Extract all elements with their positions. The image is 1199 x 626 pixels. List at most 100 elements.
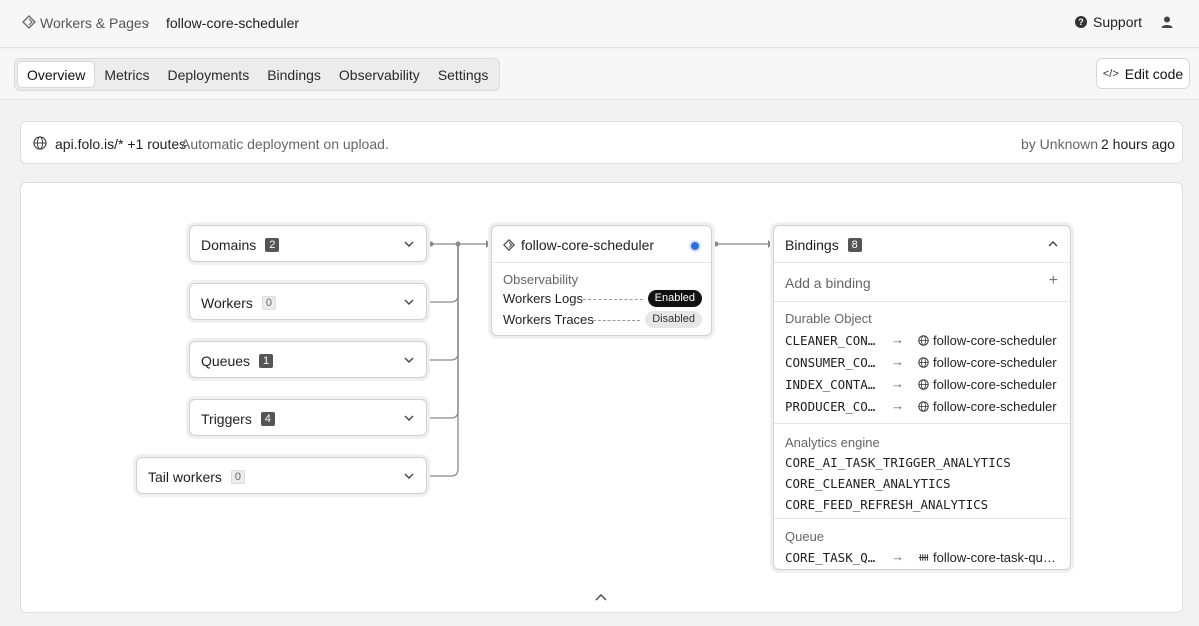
binding-target[interactable]: follow-core-scheduler bbox=[933, 377, 1059, 392]
deployed-by: by Unknown bbox=[1021, 136, 1099, 152]
tail-workers-node[interactable]: Tail workers 0 bbox=[136, 457, 427, 494]
domains-count-badge: 2 bbox=[265, 238, 280, 252]
arrow-right-icon: → bbox=[891, 376, 904, 391]
tail-workers-label: Tail workers bbox=[148, 469, 222, 485]
tab-row: Overview Metrics Deployments Bindings Ob… bbox=[0, 49, 1199, 100]
binding-name: CORE_FEED_REFRESH_ANALYTICS bbox=[785, 497, 989, 512]
deployment-note: Automatic deployment on upload. bbox=[181, 136, 389, 152]
observability-title: Observability bbox=[503, 272, 579, 287]
globe-icon bbox=[918, 335, 929, 346]
route-url: api.folo.is/* bbox=[55, 136, 124, 152]
globe-icon bbox=[918, 379, 929, 390]
tab-bar: Overview Metrics Deployments Bindings Ob… bbox=[14, 58, 501, 91]
dash-leader bbox=[593, 320, 640, 321]
add-binding-button[interactable]: Add a binding + bbox=[774, 263, 1070, 302]
top-bar: Workers & Pages › follow-core-scheduler … bbox=[0, 0, 1199, 48]
user-icon[interactable] bbox=[1160, 15, 1174, 29]
chevron-down-icon bbox=[404, 241, 414, 247]
analytics-engine-title: Analytics engine bbox=[785, 435, 880, 450]
deployed-time: 2 hours ago bbox=[1101, 136, 1175, 152]
binding-name: CORE_CLEANER_ANALYTICS bbox=[785, 476, 951, 491]
route-link[interactable]: api.folo.is/* +1 routes bbox=[55, 136, 186, 152]
status-dot bbox=[691, 242, 699, 250]
edit-code-button[interactable]: </> Edit code bbox=[1096, 58, 1190, 89]
tab-bindings[interactable]: Bindings bbox=[258, 61, 330, 88]
binding-name: PRODUCER_CONTAINER bbox=[785, 399, 881, 414]
chevron-down-icon bbox=[404, 473, 414, 479]
edit-code-label: Edit code bbox=[1124, 65, 1184, 82]
bindings-panel: Bindings 8 Add a binding + Durable Object… bbox=[773, 225, 1071, 570]
arrow-right-icon: → bbox=[891, 354, 904, 369]
workers-count-badge: 0 bbox=[261, 296, 276, 310]
binding-row[interactable]: CONSUMER_CONTAINER → follow-core-schedul… bbox=[785, 354, 1060, 371]
support-button[interactable]: ? Support bbox=[1075, 14, 1142, 30]
binding-target[interactable]: follow-core-scheduler bbox=[933, 333, 1059, 348]
queue-icon bbox=[918, 554, 929, 561]
support-label: Support bbox=[1093, 14, 1143, 30]
tab-observability[interactable]: Observability bbox=[330, 61, 429, 88]
chevron-down-icon bbox=[404, 415, 414, 421]
topology-canvas: Domains 2 Workers 0 Queues 1 Triggers 4 Tail… bbox=[20, 182, 1183, 613]
durable-object-section: Durable Object CLEANER_CONTAINER → follo… bbox=[774, 302, 1070, 424]
worker-name: follow-core-scheduler bbox=[521, 237, 655, 253]
binding-name: CONSUMER_CONTAINER bbox=[785, 355, 881, 370]
plus-icon: + bbox=[1048, 272, 1058, 289]
traces-status-badge: Disabled bbox=[645, 311, 702, 328]
workers-logs-row: Workers Logs Enabled bbox=[503, 290, 702, 308]
logs-status-badge: Enabled bbox=[647, 290, 702, 307]
binding-row[interactable]: CLEANER_CONTAINER → follow-core-schedule… bbox=[785, 332, 1060, 349]
arrow-right-icon: → bbox=[891, 332, 904, 347]
globe-icon bbox=[918, 357, 929, 368]
binding-name: CORE_TASK_QUEUE bbox=[785, 550, 881, 565]
binding-target[interactable]: follow-core-scheduler bbox=[933, 355, 1059, 370]
binding-row[interactable]: CORE_FEED_REFRESH_ANALYTICS bbox=[785, 497, 1060, 513]
tail-workers-count-badge: 0 bbox=[230, 470, 246, 484]
tab-metrics[interactable]: Metrics bbox=[95, 61, 158, 88]
tab-deployments[interactable]: Deployments bbox=[158, 61, 258, 88]
triggers-node[interactable]: Triggers 4 bbox=[189, 399, 427, 436]
bindings-count-badge: 8 bbox=[847, 238, 862, 252]
binding-target[interactable]: follow-core-task-queue bbox=[933, 550, 1059, 565]
domains-node[interactable]: Domains 2 bbox=[189, 225, 427, 262]
queues-node[interactable]: Queues 1 bbox=[189, 341, 427, 378]
binding-row[interactable]: CORE_TASK_QUEUE → follow-core-task-queue bbox=[785, 549, 1060, 566]
workers-diamond-icon bbox=[22, 15, 36, 29]
chevron-up-icon bbox=[1048, 241, 1058, 247]
workers-node[interactable]: Workers 0 bbox=[189, 283, 427, 320]
durable-object-title: Durable Object bbox=[785, 311, 872, 326]
binding-row[interactable]: INDEX_CONTAINER → follow-core-scheduler bbox=[785, 376, 1060, 393]
bindings-label: Bindings bbox=[785, 237, 839, 253]
chevron-right-icon: › bbox=[145, 14, 150, 30]
binding-row[interactable]: CORE_CLEANER_ANALYTICS bbox=[785, 476, 1060, 492]
triggers-count-badge: 4 bbox=[260, 412, 275, 426]
worker-node[interactable]: follow-core-scheduler Observability Work… bbox=[491, 225, 712, 336]
triggers-label: Triggers bbox=[201, 411, 252, 427]
queues-count-badge: 1 bbox=[259, 354, 274, 368]
bindings-header[interactable]: Bindings 8 bbox=[774, 226, 1070, 263]
dash-leader bbox=[583, 299, 643, 300]
domains-label: Domains bbox=[201, 237, 257, 253]
arrow-right-icon: → bbox=[891, 398, 904, 413]
route-card: api.folo.is/* +1 routes Automatic deploy… bbox=[20, 121, 1183, 164]
add-binding-label: Add a binding bbox=[785, 275, 871, 291]
binding-target[interactable]: follow-core-scheduler bbox=[933, 399, 1059, 414]
binding-name: CORE_AI_TASK_TRIGGER_ANALYTICS bbox=[785, 455, 1011, 470]
globe-icon bbox=[918, 401, 929, 412]
binding-row[interactable]: CORE_AI_TASK_TRIGGER_ANALYTICS bbox=[785, 455, 1060, 471]
tab-settings[interactable]: Settings bbox=[429, 61, 498, 88]
globe-icon bbox=[33, 136, 47, 150]
workers-traces-row: Workers Traces Disabled bbox=[503, 311, 702, 329]
workers-logs-label: Workers Logs bbox=[503, 291, 583, 306]
route-extra: +1 routes bbox=[127, 136, 187, 152]
workers-label: Workers bbox=[201, 295, 253, 311]
arrow-right-icon: → bbox=[891, 549, 904, 564]
binding-name: INDEX_CONTAINER bbox=[785, 377, 881, 392]
tab-overview[interactable]: Overview bbox=[17, 61, 96, 88]
help-circle-icon: ? bbox=[1075, 16, 1087, 28]
binding-row[interactable]: PRODUCER_CONTAINER → follow-core-schedul… bbox=[785, 398, 1060, 415]
collapse-chevron-icon[interactable] bbox=[595, 593, 607, 603]
binding-name: CLEANER_CONTAINER bbox=[785, 333, 881, 348]
code-icon: </> bbox=[1102, 67, 1119, 80]
breadcrumb-workers-pages[interactable]: Workers & Pages bbox=[40, 15, 149, 31]
breadcrumb-current: follow-core-scheduler bbox=[166, 15, 300, 31]
